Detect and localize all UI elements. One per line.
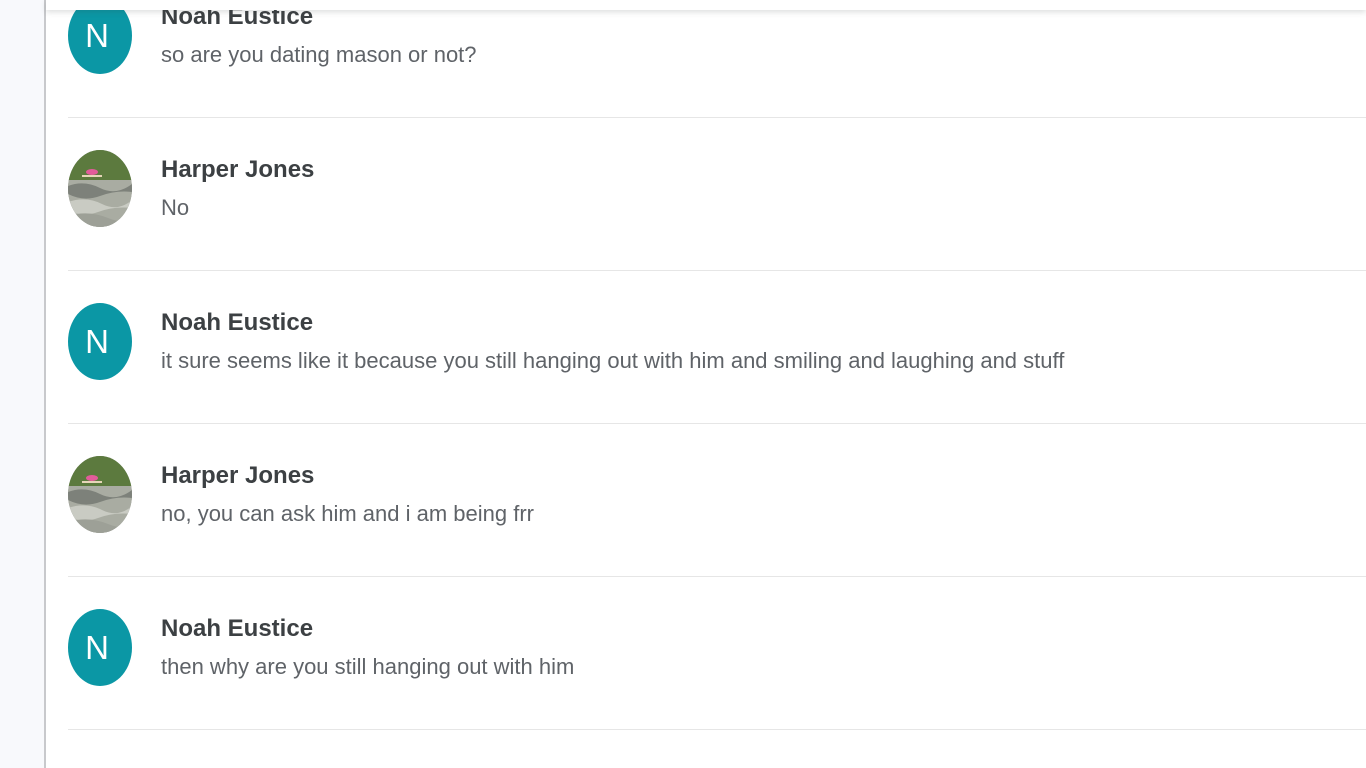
page: N Noah Eustice so are you dating mason o… (0, 0, 1366, 768)
message-snippet: it sure seems like it because you still … (161, 348, 1065, 373)
message-snippet: then why are you still hanging out with … (161, 654, 575, 679)
sender-name: Harper Jones (161, 462, 315, 489)
message-item[interactable]: N Noah Eustice it sure seems like it bec… (68, 271, 1366, 424)
avatar-letter-icon: N (68, 609, 132, 686)
sender-name: Noah Eustice (161, 309, 314, 336)
message-item[interactable]: N Noah Eustice so are you dating mason o… (68, 0, 1366, 118)
avatar-letter-icon: N (68, 0, 132, 74)
message-snippet: No (161, 195, 190, 220)
avatar-letter-icon: N (68, 303, 132, 380)
left-gutter (0, 0, 44, 768)
message-item[interactable]: Harper Jones no, you can ask him and i a… (68, 424, 1366, 577)
conversation-panel: N Noah Eustice so are you dating mason o… (46, 0, 1366, 768)
sender-name: Noah Eustice (161, 615, 314, 642)
message-snippet: so are you dating mason or not? (161, 42, 477, 67)
header-shadow-bar (46, 0, 1366, 10)
profile-photo-avatar (68, 150, 132, 227)
message-item[interactable]: Harper Jones No (68, 118, 1366, 271)
message-item[interactable]: N Noah Eustice then why are you still ha… (68, 577, 1366, 730)
message-thread: N Noah Eustice so are you dating mason o… (68, 0, 1366, 730)
sender-name: Harper Jones (161, 156, 315, 183)
profile-photo-avatar (68, 456, 132, 533)
message-snippet: no, you can ask him and i am being frr (161, 501, 534, 526)
